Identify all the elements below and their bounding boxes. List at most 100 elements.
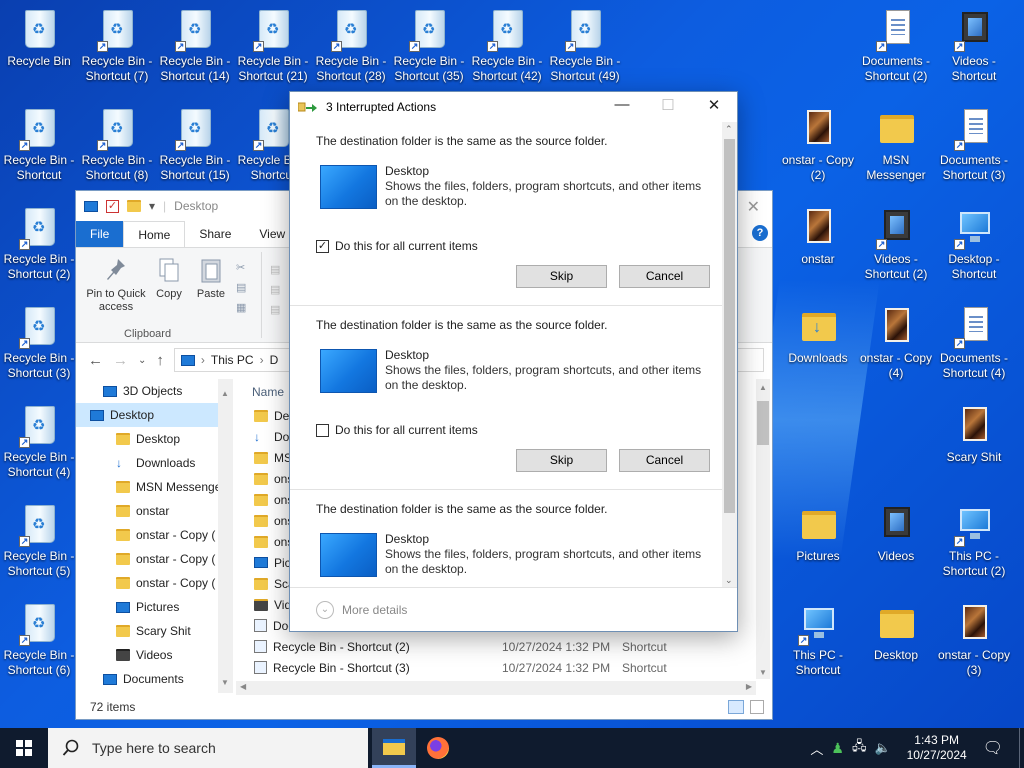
- skip-button[interactable]: Skip: [516, 265, 607, 288]
- desktop-icon[interactable]: Scary Shit: [935, 404, 1013, 465]
- nav-item[interactable]: Desktop: [76, 427, 233, 451]
- breadcrumb-this-pc[interactable]: This PC: [211, 353, 254, 367]
- organize-icons[interactable]: ▤ ▤ ▤: [270, 260, 284, 320]
- scroll-left-icon[interactable]: ◀: [240, 682, 246, 691]
- file-list-scrollbar[interactable]: ▲ ▼: [756, 379, 770, 679]
- nav-item[interactable]: ↓ Downloads: [76, 451, 233, 475]
- paste-button[interactable]: Paste: [194, 256, 228, 301]
- desktop-icon[interactable]: ↗ Recycle Bin - Shortcut (28): [312, 8, 390, 84]
- pin-to-quick-access-button[interactable]: Pin to Quick access: [82, 256, 150, 314]
- back-arrow-icon[interactable]: ←: [88, 352, 103, 369]
- nav-item[interactable]: onstar - Copy (: [76, 571, 233, 595]
- tab-home[interactable]: Home: [123, 221, 186, 247]
- nav-item[interactable]: Scary Shit: [76, 619, 233, 643]
- desktop-icon[interactable]: ↗ Videos - Shortcut: [935, 8, 1013, 84]
- nav-item[interactable]: MSN Messenger: [76, 475, 233, 499]
- properties-quick-icon[interactable]: ✓: [106, 199, 119, 213]
- scroll-up-icon[interactable]: ▲: [221, 389, 229, 398]
- desktop-icon[interactable]: ↗ Documents - Shortcut (2): [857, 8, 935, 84]
- desktop-icon[interactable]: MSN Messenger: [857, 107, 935, 183]
- desktop-icon[interactable]: onstar: [779, 206, 857, 267]
- desktop-icon[interactable]: ↗ Documents - Shortcut (3): [935, 107, 1013, 183]
- customize-quick-access-icon[interactable]: ▾: [149, 199, 155, 213]
- more-details-toggle[interactable]: ⌄ More details: [290, 587, 737, 631]
- scroll-down-icon[interactable]: ▼: [759, 668, 767, 677]
- cancel-button[interactable]: Cancel: [619, 265, 710, 288]
- show-desktop-button[interactable]: [1019, 728, 1024, 768]
- network-icon[interactable]: 🖧: [852, 737, 867, 759]
- scroll-right-icon[interactable]: ▶: [746, 682, 752, 691]
- scroll-up-icon[interactable]: ▲: [759, 383, 767, 392]
- large-icons-view-icon[interactable]: [750, 700, 764, 714]
- desktop-icon[interactable]: ↗ Recycle Bin - Shortcut (4): [0, 404, 78, 480]
- skip-button[interactable]: Skip: [516, 449, 607, 472]
- taskbar-clock[interactable]: 1:43 PM 10/27/2024: [899, 733, 975, 763]
- desktop-icon[interactable]: onstar - Copy (4): [857, 305, 935, 381]
- desktop-icon[interactable]: ↗ Recycle Bin - Shortcut (3): [0, 305, 78, 381]
- apply-to-all-checkbox[interactable]: Do this for all current items: [316, 423, 478, 437]
- nav-item[interactable]: Desktop: [76, 403, 233, 427]
- taskbar-search-box[interactable]: Type here to search: [48, 728, 368, 768]
- tab-share[interactable]: Share: [185, 221, 245, 247]
- breadcrumb-desktop[interactable]: D: [270, 353, 279, 367]
- up-arrow-icon[interactable]: ↑: [156, 352, 164, 369]
- desktop-icon[interactable]: ↗ Recycle Bin - Shortcut: [0, 107, 78, 183]
- desktop-icon[interactable]: ↓ Downloads: [779, 305, 857, 366]
- interrupted-actions-dialog[interactable]: 3 Interrupted Actions — ☐ ✕ The destinat…: [289, 91, 738, 632]
- desktop-icon[interactable]: ↗ Recycle Bin - Shortcut (35): [390, 8, 468, 84]
- desktop-icon[interactable]: onstar - Copy (3): [935, 602, 1013, 678]
- nav-item[interactable]: Videos: [76, 643, 233, 667]
- firefox-taskbar-button[interactable]: [416, 728, 460, 768]
- show-hidden-icons-chevron-icon[interactable]: ︿: [810, 739, 823, 758]
- help-icon[interactable]: ?: [752, 225, 768, 241]
- desktop-icon[interactable]: ↗ Recycle Bin - Shortcut (14): [156, 8, 234, 84]
- desktop-icon[interactable]: ↗ This PC - Shortcut (2): [935, 503, 1013, 579]
- nav-item[interactable]: onstar: [76, 499, 233, 523]
- desktop-icon[interactable]: ↗ Recycle Bin - Shortcut (21): [234, 8, 312, 84]
- navigation-pane[interactable]: 3D Objects Desktop Desktop ↓ Downloads MSN Me…: [76, 379, 233, 693]
- desktop-icon[interactable]: ↗ Recycle Bin - Shortcut (5): [0, 503, 78, 579]
- nav-item[interactable]: onstar - Copy (: [76, 547, 233, 571]
- scroll-down-icon[interactable]: ⌄: [725, 575, 733, 586]
- scroll-thumb[interactable]: [757, 401, 769, 445]
- file-row[interactable]: Recycle Bin - Shortcut (3) 10/27/2024 1:3…: [244, 657, 759, 678]
- nav-item[interactable]: 3D Objects: [76, 379, 233, 403]
- desktop-icon[interactable]: ↗ Documents - Shortcut (4): [935, 305, 1013, 381]
- desktop-icon[interactable]: ↗ Recycle Bin - Shortcut (6): [0, 602, 78, 678]
- copy-button[interactable]: Copy: [154, 256, 184, 301]
- desktop-icon[interactable]: ↗ This PC - Shortcut: [779, 602, 857, 678]
- file-row[interactable]: Recycle Bin - Shortcut (2) 10/27/2024 1:3…: [244, 636, 759, 657]
- close-icon[interactable]: ✕: [691, 96, 737, 114]
- desktop-icon[interactable]: Pictures: [779, 503, 857, 564]
- small-clipboard-icons[interactable]: ✂ ▤ ▦: [236, 258, 250, 318]
- desktop-icon[interactable]: ↗ Recycle Bin - Shortcut (7): [78, 8, 156, 84]
- desktop-icon[interactable]: Recycle Bin: [0, 8, 78, 69]
- scroll-thumb[interactable]: [724, 139, 735, 513]
- people-icon[interactable]: ♟: [831, 740, 844, 757]
- desktop-icon[interactable]: ↗ Recycle Bin - Shortcut (2): [0, 206, 78, 282]
- details-view-icon[interactable]: [728, 700, 744, 714]
- nav-scrollbar[interactable]: ▲ ▼: [218, 379, 233, 693]
- desktop-icon[interactable]: onstar - Copy (2): [779, 107, 857, 183]
- file-explorer-taskbar-button[interactable]: [372, 728, 416, 768]
- desktop-icon[interactable]: ↗ Recycle Bin - Shortcut (49): [546, 8, 624, 84]
- recent-locations-chevron-icon[interactable]: ⌄: [138, 355, 146, 366]
- desktop-icon[interactable]: Desktop: [857, 602, 935, 663]
- desktop-icon[interactable]: ↗ Recycle Bin - Shortcut (8): [78, 107, 156, 183]
- scroll-up-icon[interactable]: ⌃: [725, 124, 733, 135]
- nav-item[interactable]: onstar - Copy (: [76, 523, 233, 547]
- tab-file[interactable]: File: [76, 221, 124, 247]
- nav-item[interactable]: Pictures: [76, 595, 233, 619]
- checkbox-box[interactable]: [316, 423, 329, 437]
- desktop-icon[interactable]: Videos: [857, 503, 935, 564]
- new-folder-quick-icon[interactable]: [127, 200, 141, 212]
- notifications-icon[interactable]: 🗨: [983, 738, 1011, 758]
- scroll-down-icon[interactable]: ▼: [221, 678, 229, 687]
- checkbox-box[interactable]: ✓: [316, 239, 329, 253]
- minimize-icon[interactable]: —: [599, 96, 645, 113]
- cancel-button[interactable]: Cancel: [619, 449, 710, 472]
- apply-to-all-checkbox[interactable]: ✓ Do this for all current items: [316, 239, 478, 253]
- volume-icon[interactable]: 🔈: [874, 740, 890, 756]
- nav-item[interactable]: Documents: [76, 667, 233, 691]
- desktop-icon[interactable]: ↗ Videos - Shortcut (2): [857, 206, 935, 282]
